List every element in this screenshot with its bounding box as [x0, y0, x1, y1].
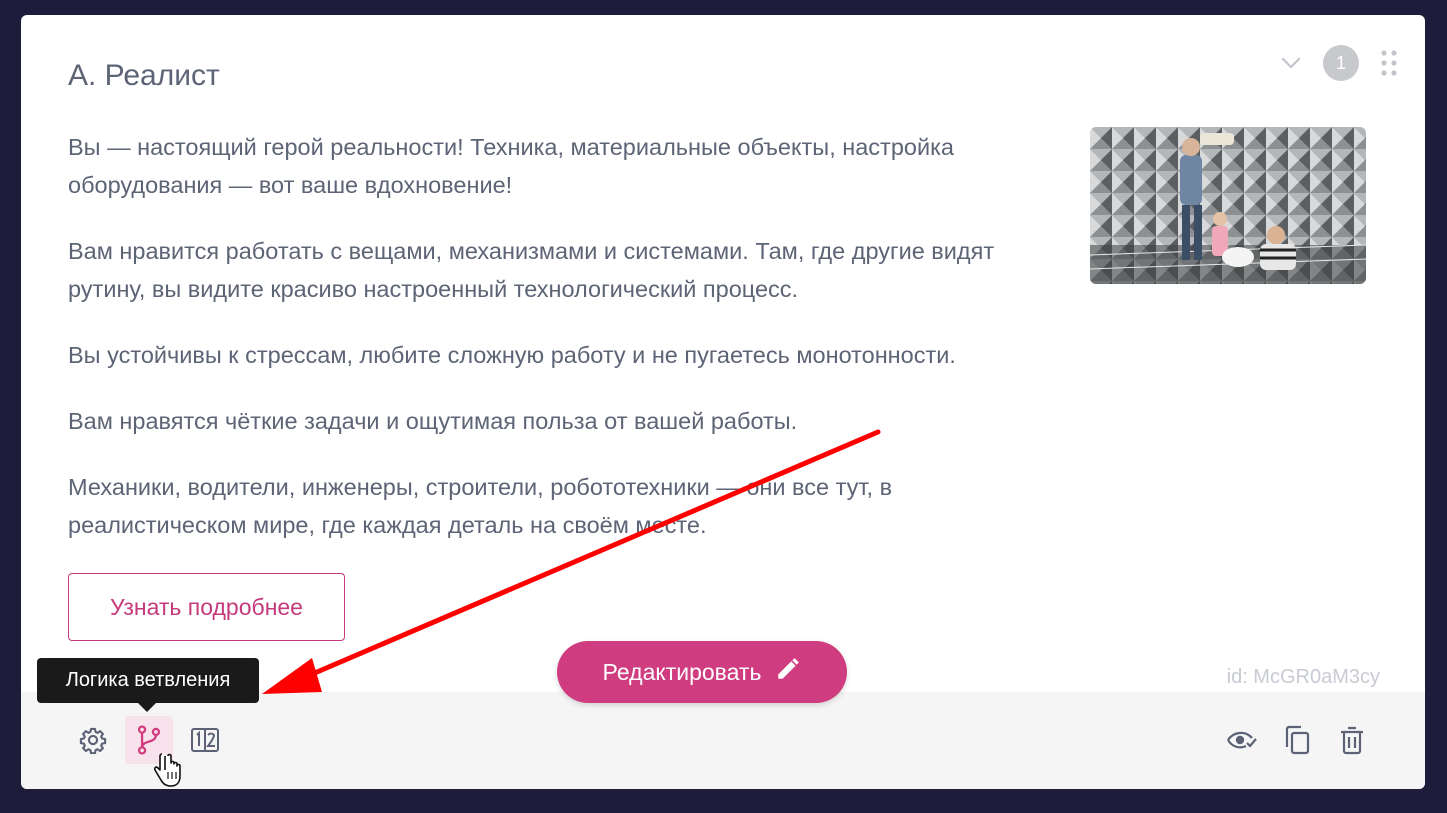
paragraph-2: Вам нравится работать с вещами, механизм… — [68, 238, 995, 302]
card-toolbar — [21, 692, 1425, 789]
learn-more-button[interactable]: Узнать подробнее — [68, 573, 345, 641]
card-title: А. Реалист — [68, 59, 220, 92]
hand-cursor-icon — [154, 753, 181, 787]
paragraph-5: Механики, водители, инженеры, строители,… — [68, 474, 893, 538]
element-id-label: id: McGR0aM3cy — [1226, 666, 1380, 688]
edit-button-label: Редактировать — [602, 658, 762, 685]
chevron-down-icon[interactable] — [1281, 57, 1301, 69]
trash-icon[interactable] — [1328, 716, 1376, 764]
order-badge: 1 — [1323, 45, 1359, 81]
paragraph-1: Вы — настоящий герой реальности! Техника… — [68, 134, 954, 198]
copy-icon[interactable] — [1273, 716, 1321, 764]
card-description: Вы — настоящий герой реальности! Техника… — [68, 128, 1073, 572]
tooltip-pointer — [138, 703, 156, 712]
paragraph-4: Вам нравятся чёткие задачи и ощутимая по… — [68, 408, 798, 434]
pencil-icon — [775, 656, 801, 688]
gear-icon[interactable] — [69, 716, 117, 764]
paragraph-3: Вы устойчивы к стрессам, любите сложную … — [68, 342, 956, 368]
edit-button[interactable]: Редактировать — [557, 641, 847, 703]
card-photo — [1090, 127, 1366, 284]
card-top-controls: 1 — [1281, 45, 1397, 81]
score-icon[interactable] — [181, 716, 229, 764]
eye-check-icon[interactable] — [1218, 716, 1266, 764]
drag-handle-icon[interactable] — [1381, 50, 1397, 76]
branch-logic-tooltip: Логика ветвления — [37, 658, 259, 703]
